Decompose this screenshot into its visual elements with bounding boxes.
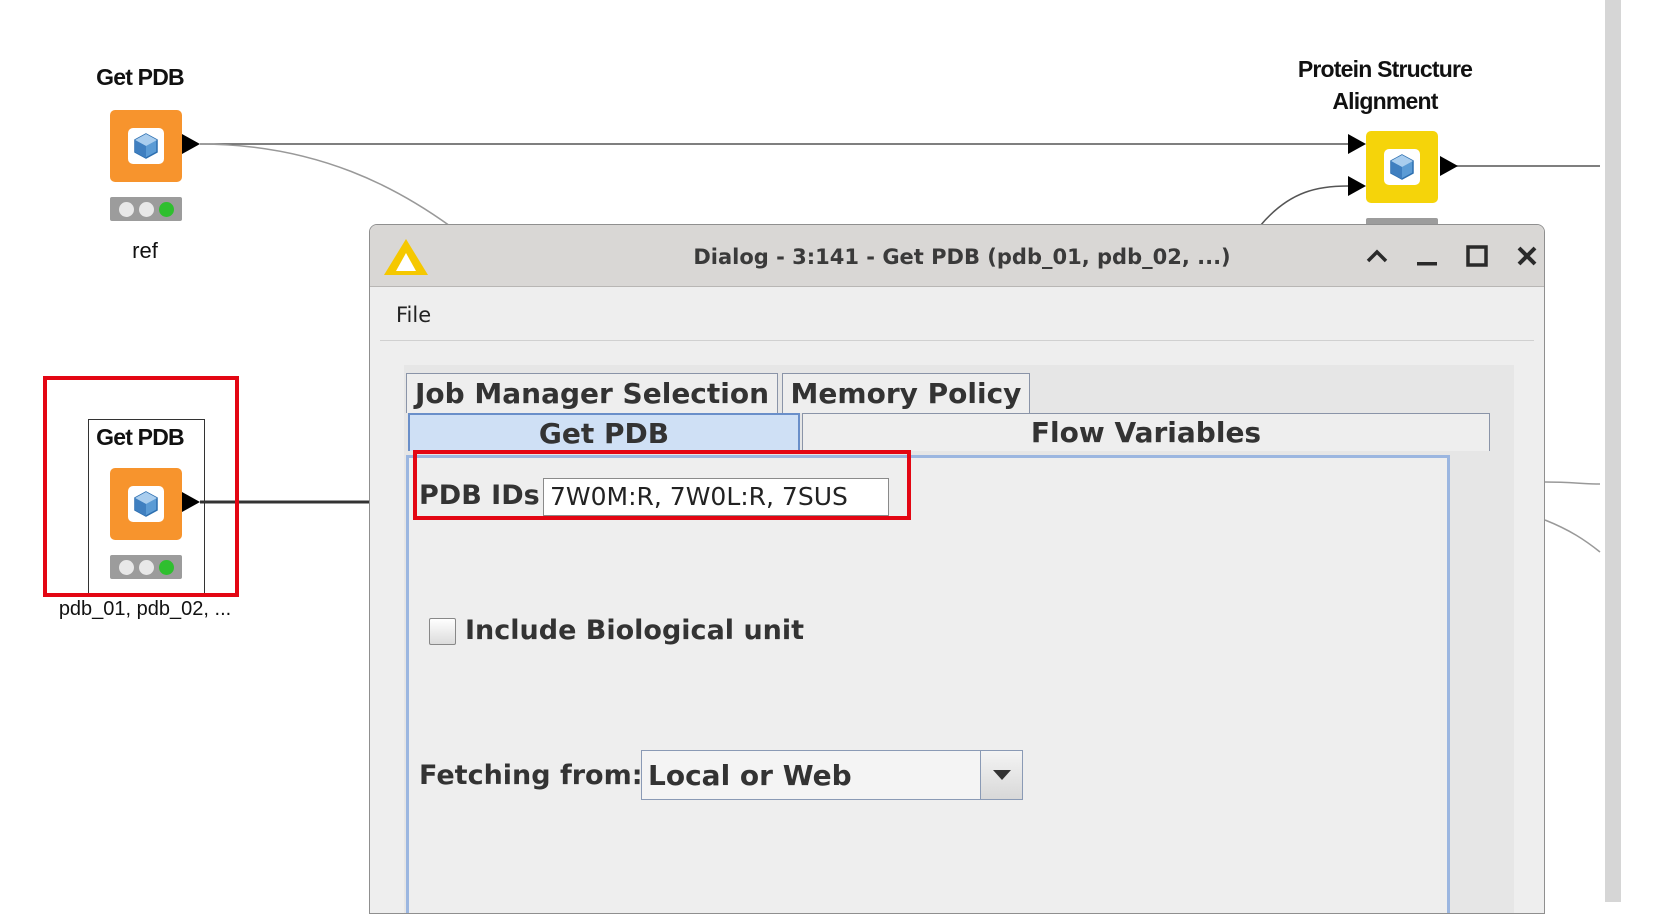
include-bio-unit-checkbox[interactable] [429, 618, 456, 645]
pdb-ids-highlight-box [413, 450, 911, 520]
node-ref-status-lights [110, 197, 182, 221]
fetching-from-select[interactable]: Local or Web [641, 750, 1023, 800]
tab-job-manager-selection[interactable]: Job Manager Selection [406, 373, 778, 413]
node-ref-title: Get PDB [96, 64, 185, 90]
node-alignment-title-line1: Protein Structure [1297, 56, 1473, 82]
node-alignment-icon[interactable] [1366, 131, 1438, 203]
pdb-cube-icon [128, 128, 164, 164]
node-config-dialog: Dialog - 3:141 - Get PDB (pdb_01, pdb_02… [369, 224, 1545, 914]
dialog-menubar: File [380, 287, 1534, 341]
node-alignment-title-line2: Alignment [1332, 88, 1438, 114]
node-alignment-input-port-2[interactable] [1348, 176, 1366, 196]
status-light-green [158, 201, 174, 217]
close-icon[interactable] [1508, 237, 1544, 275]
node-ref-label: ref [132, 238, 158, 263]
node-ref-icon[interactable] [110, 110, 182, 182]
menu-file[interactable]: File [396, 303, 431, 327]
get-pdb-settings-panel: PDB IDs 7W0M:R, 7W0L:R, 7SUS Include Bio… [406, 450, 1450, 913]
tab-flow-variables[interactable]: Flow Variables [802, 413, 1490, 451]
node-alignment-input-port-1[interactable] [1348, 134, 1366, 154]
fetching-from-label: Fetching from: [419, 760, 643, 791]
status-light-yellow [138, 201, 154, 217]
vertical-scrollbar[interactable] [1605, 0, 1621, 902]
node-pdb-label: pdb_01, pdb_02, ... [58, 598, 232, 620]
tab-get-pdb[interactable]: Get PDB [408, 413, 800, 451]
pdb-cube-icon [1384, 149, 1420, 185]
chevron-down-icon[interactable] [980, 751, 1022, 799]
minimize-icon[interactable] [1408, 237, 1446, 275]
status-light-red [118, 201, 134, 217]
chevron-up-icon[interactable] [1358, 237, 1396, 275]
node-highlight-box [43, 376, 239, 597]
node-alignment-output-port[interactable] [1440, 156, 1458, 176]
dialog-titlebar[interactable]: Dialog - 3:141 - Get PDB (pdb_01, pdb_02… [370, 225, 1544, 287]
fetching-from-value: Local or Web [648, 759, 852, 792]
include-bio-unit-label[interactable]: Include Biological unit [465, 615, 804, 646]
node-ref-output-port[interactable] [182, 134, 200, 154]
maximize-icon[interactable] [1458, 237, 1496, 275]
tab-memory-policy[interactable]: Memory Policy [782, 373, 1030, 413]
